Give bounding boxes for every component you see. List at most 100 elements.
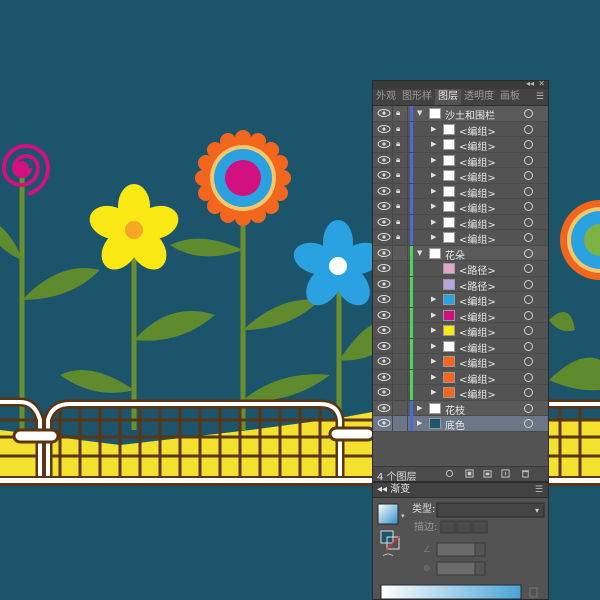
layer-row[interactable]: ▶ <编组>	[373, 323, 548, 339]
target-circle-icon[interactable]	[524, 341, 533, 351]
lock-toggle[interactable]	[392, 292, 408, 307]
lock-icon[interactable]: 🔒︎	[392, 106, 408, 121]
layer-row[interactable]: 🔒︎ ▶ <编组>	[373, 214, 548, 231]
target-circle-icon[interactable]	[524, 186, 533, 196]
target-circle-icon[interactable]	[524, 217, 533, 227]
lock-toggle[interactable]	[392, 276, 408, 292]
layer-name[interactable]: <路径>	[459, 278, 496, 293]
collapse-arrow-icon[interactable]: ▶	[417, 404, 422, 412]
layer-name[interactable]: <编组>	[459, 169, 496, 184]
target-circle-icon[interactable]	[524, 419, 533, 428]
layer-row[interactable]: 🔒︎ ▼ 沙土和围栏	[373, 106, 548, 122]
collapse-panel-icon[interactable]: ◂◂	[526, 79, 534, 88]
visibility-eye-icon[interactable]	[377, 418, 391, 428]
collapse-arrow-icon[interactable]: ▶	[431, 202, 436, 210]
stroke-option-3-button[interactable]	[472, 520, 488, 534]
aspect-ratio-input[interactable]	[436, 561, 476, 576]
layer-name[interactable]: <编组>	[459, 309, 496, 324]
reverse-gradient-icon[interactable]	[382, 553, 394, 557]
lock-toggle[interactable]	[392, 400, 408, 416]
target-circle-icon[interactable]	[524, 326, 533, 335]
layer-name[interactable]: <编组>	[459, 185, 496, 200]
lock-icon[interactable]: 🔒︎	[392, 168, 408, 183]
stroke-option-1-button[interactable]	[440, 520, 456, 534]
layer-row[interactable]: 🔒︎ ▶ <编组>	[373, 137, 548, 153]
collapse-arrow-icon[interactable]: ▶	[417, 419, 422, 427]
tab-graphic-styles[interactable]: 图形样	[399, 89, 435, 105]
layer-row[interactable]: ▶ <编组>	[373, 307, 548, 324]
layer-name[interactable]: <编组>	[459, 340, 496, 355]
lock-toggle[interactable]	[392, 338, 408, 354]
gradient-menu-icon[interactable]: ☰	[535, 483, 543, 497]
collapse-arrow-icon[interactable]: ▶	[431, 295, 436, 303]
target-circle-icon[interactable]	[524, 109, 533, 118]
target-circle-icon[interactable]	[524, 403, 533, 413]
tab-artboards[interactable]: 画板	[497, 89, 523, 105]
visibility-eye-icon[interactable]	[377, 294, 391, 304]
target-circle-icon[interactable]	[524, 248, 533, 258]
layer-row[interactable]: ▶ 底色	[373, 416, 548, 432]
layer-row[interactable]: 🔒︎ ▶ <编组>	[373, 183, 548, 200]
target-circle-icon[interactable]	[524, 279, 533, 289]
lock-toggle[interactable]	[392, 416, 408, 431]
layer-row[interactable]: 🔒︎ ▶ <编组>	[373, 152, 548, 169]
visibility-eye-icon[interactable]	[377, 356, 391, 366]
layer-row[interactable]: ▶ <编组>	[373, 369, 548, 386]
aspect-ratio-dropdown-button[interactable]	[474, 561, 486, 576]
collapse-arrow-icon[interactable]: ▶	[431, 171, 436, 179]
target-circle-icon[interactable]	[524, 295, 533, 304]
layer-name[interactable]: <编组>	[459, 200, 496, 215]
target-circle-icon[interactable]	[524, 388, 533, 397]
visibility-eye-icon[interactable]	[377, 232, 391, 242]
gradient-swatch-dropdown-icon[interactable]: ▾	[401, 512, 405, 520]
visibility-eye-icon[interactable]	[377, 263, 391, 273]
lock-icon[interactable]: 🔒︎	[392, 137, 408, 152]
visibility-eye-icon[interactable]	[377, 170, 391, 180]
layer-row[interactable]: <路径>	[373, 261, 548, 277]
layer-name[interactable]: 底色	[445, 417, 465, 432]
gradient-swatch[interactable]	[377, 503, 399, 525]
layer-name[interactable]: 花朵	[445, 247, 465, 262]
collapse-arrow-icon[interactable]: ▶	[431, 326, 436, 334]
locate-object-icon[interactable]	[445, 469, 454, 478]
layer-name[interactable]: <编组>	[459, 231, 496, 246]
layer-name[interactable]: <编组>	[459, 138, 496, 153]
close-panel-icon[interactable]: ✕	[538, 79, 545, 88]
lock-icon[interactable]: 🔒︎	[392, 199, 408, 214]
create-sublayer-icon[interactable]	[483, 469, 492, 478]
lock-icon[interactable]: 🔒︎	[392, 152, 408, 168]
collapse-arrow-icon[interactable]: ▶	[431, 342, 436, 350]
layer-name[interactable]: <编组>	[459, 293, 496, 308]
lock-toggle[interactable]	[392, 245, 408, 261]
layer-row[interactable]: ▶ <编组>	[373, 385, 548, 401]
lock-icon[interactable]: 🔒︎	[392, 214, 408, 230]
visibility-eye-icon[interactable]	[377, 217, 391, 227]
gradient-slider-bar[interactable]	[380, 584, 522, 600]
visibility-eye-icon[interactable]	[377, 372, 391, 382]
layer-row[interactable]: 🔒︎ ▶ <编组>	[373, 199, 548, 215]
lock-toggle[interactable]	[392, 307, 408, 323]
collapse-arrow-icon[interactable]: ▶	[431, 140, 436, 148]
tab-transparency[interactable]: 透明度	[461, 89, 497, 105]
lock-icon[interactable]: 🔒︎	[392, 121, 408, 137]
visibility-eye-icon[interactable]	[377, 139, 391, 149]
collapse-arrow-icon[interactable]: ▶	[431, 218, 436, 226]
layer-name[interactable]: <编组>	[459, 123, 496, 138]
target-circle-icon[interactable]	[524, 233, 533, 242]
tab-layers[interactable]: 图层	[435, 89, 461, 105]
visibility-eye-icon[interactable]	[377, 387, 391, 397]
layer-name[interactable]: <编组>	[459, 371, 496, 386]
collapse-arrow-icon[interactable]: ▶	[431, 357, 436, 365]
expand-arrow-icon[interactable]: ▼	[417, 109, 422, 117]
visibility-eye-icon[interactable]	[377, 248, 391, 258]
layer-row[interactable]: 🔒︎ ▶ <编组>	[373, 168, 548, 184]
panel-menu-icon[interactable]: ☰	[536, 92, 544, 102]
collapse-arrow-icon[interactable]: ▶	[431, 156, 436, 164]
visibility-eye-icon[interactable]	[377, 403, 391, 413]
lock-toggle[interactable]	[392, 323, 408, 338]
collapse-arrow-icon[interactable]: ◂◂	[377, 484, 390, 495]
visibility-eye-icon[interactable]	[377, 201, 391, 211]
layer-row[interactable]: ▼ 花朵	[373, 245, 548, 262]
layer-name[interactable]: <编组>	[459, 154, 496, 169]
lock-toggle[interactable]	[392, 385, 408, 400]
